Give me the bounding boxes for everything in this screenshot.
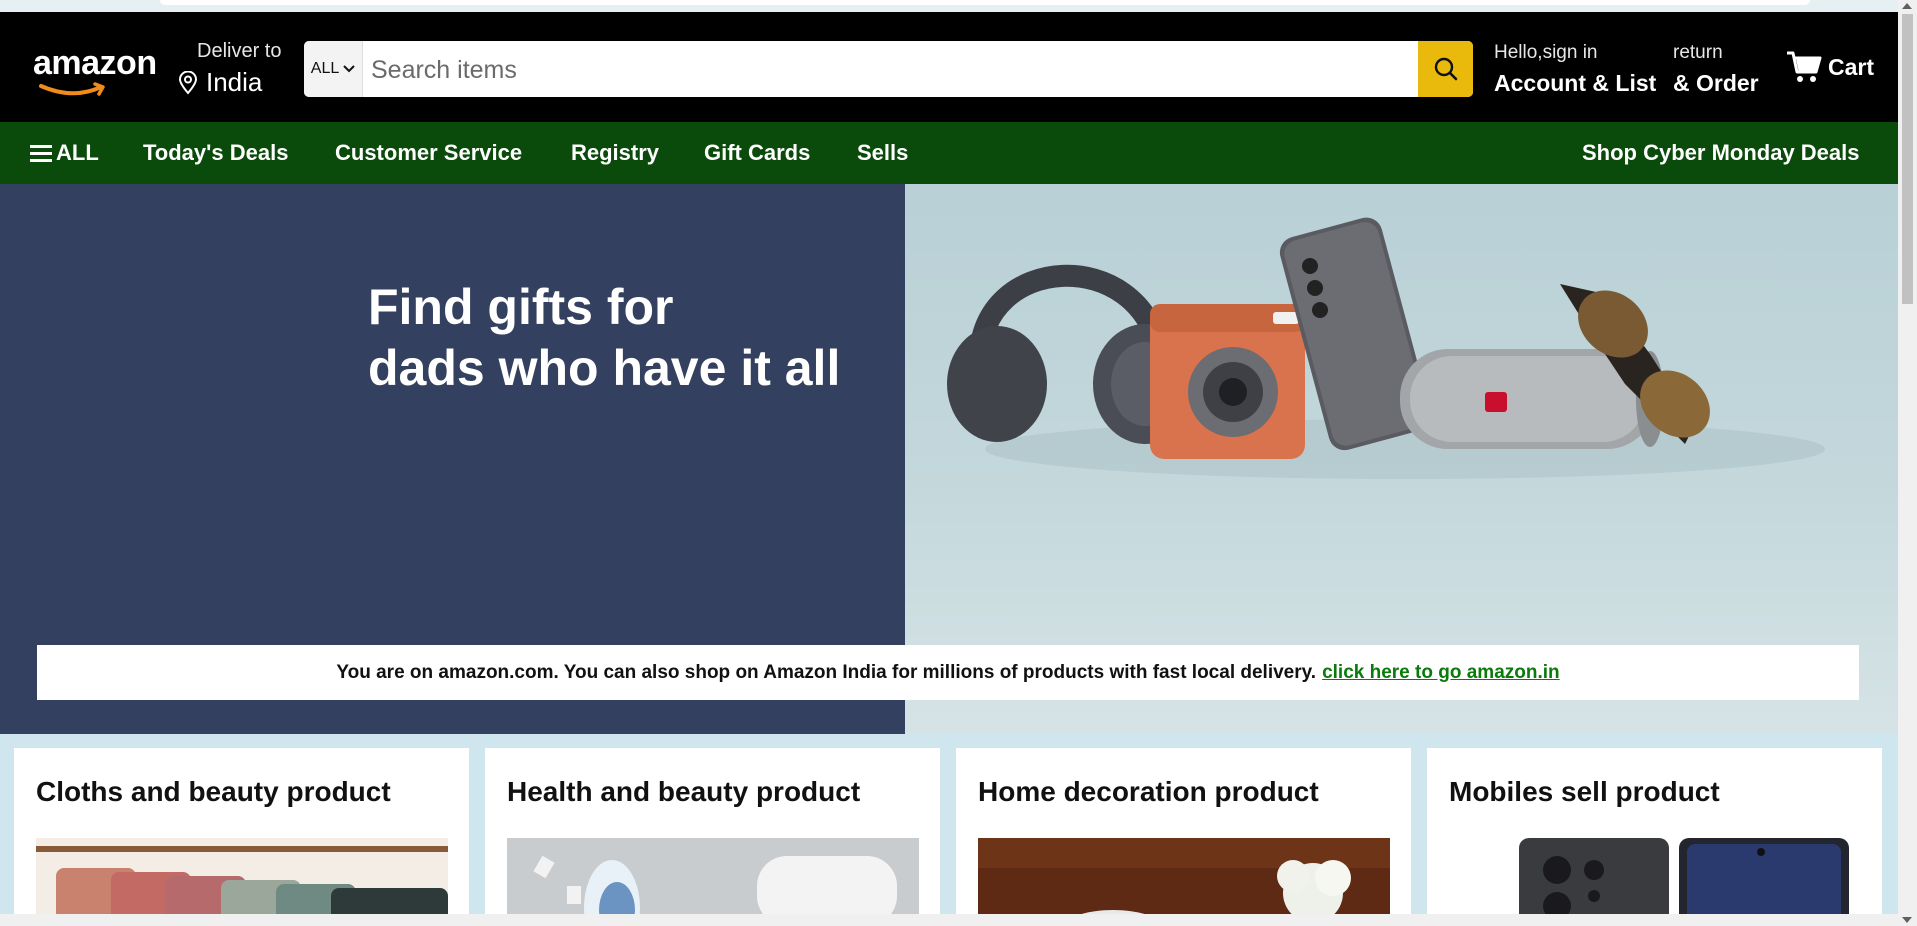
- returns-label: return: [1673, 42, 1723, 63]
- logo-smile-icon: [39, 82, 105, 96]
- all-menu-label: ALL: [56, 140, 99, 165]
- horizontal-scrollbar[interactable]: [0, 914, 1898, 926]
- cart-button[interactable]: Cart: [1786, 50, 1874, 84]
- deliver-location: India: [206, 67, 263, 97]
- site-header: amazon Deliver to India ALL H: [0, 12, 1898, 122]
- category-card-home-decor[interactable]: Home decoration product: [956, 748, 1411, 926]
- amazon-logo[interactable]: amazon: [33, 44, 157, 100]
- card-image-mobiles: [1449, 838, 1861, 926]
- nav-cyber-monday-promo[interactable]: Shop Cyber Monday Deals: [1582, 122, 1860, 184]
- search-input[interactable]: [363, 41, 1418, 97]
- browser-top-strip: [0, 0, 1898, 12]
- logo-text: amazon: [33, 44, 157, 82]
- account-menu[interactable]: Hello,sign in Account & List: [1494, 42, 1656, 97]
- locale-notice: You are on amazon.com. You can also shop…: [37, 645, 1859, 700]
- card-title: Mobiles sell product: [1449, 776, 1720, 807]
- category-card-mobiles[interactable]: Mobiles sell product: [1427, 748, 1882, 926]
- category-card-health[interactable]: Health and beauty product: [485, 748, 940, 926]
- nav-bar: ALL Today's Deals Customer Service Regis…: [0, 122, 1898, 184]
- hero-title-line2: dads who have it all: [368, 340, 841, 396]
- nav-customer-service[interactable]: Customer Service: [335, 122, 522, 184]
- instant-camera-image: [1150, 304, 1305, 459]
- hero-title-line1: Find gifts for: [368, 279, 674, 335]
- search-category-select[interactable]: ALL: [304, 41, 363, 97]
- card-title: Health and beauty product: [507, 776, 861, 807]
- nav-todays-deals[interactable]: Today's Deals: [143, 122, 288, 184]
- deliver-to[interactable]: Deliver to India: [178, 40, 281, 98]
- card-title: Home decoration product: [978, 776, 1319, 807]
- search-bar: ALL: [304, 41, 1473, 97]
- card-image-home-decor: [978, 838, 1390, 926]
- signin-greeting: Hello,sign in: [1494, 42, 1598, 63]
- locale-notice-text: You are on amazon.com. You can also shop…: [336, 661, 1317, 683]
- location-pin-icon: [178, 70, 198, 95]
- vertical-scrollbar[interactable]: [1898, 0, 1917, 926]
- scrollbar-thumb[interactable]: [1902, 14, 1913, 304]
- amazon-in-link[interactable]: click here to go amazon.in: [1322, 662, 1560, 684]
- card-image-health: [507, 838, 919, 926]
- nav-sells[interactable]: Sells: [857, 122, 908, 184]
- card-title: Cloths and beauty product: [36, 776, 391, 807]
- hero-title: Find gifts for dads who have it all: [368, 277, 840, 399]
- cart-label: Cart: [1828, 53, 1875, 80]
- nav-gift-cards[interactable]: Gift Cards: [704, 122, 810, 184]
- hamburger-menu-icon: [30, 145, 52, 162]
- card-image-clothes: [36, 838, 448, 926]
- category-card-clothes[interactable]: Cloths and beauty product: [14, 748, 469, 926]
- account-list-label: Account & List: [1494, 70, 1657, 96]
- all-menu-button[interactable]: ALL: [30, 122, 99, 184]
- orders-label: & Order: [1673, 70, 1759, 96]
- scroll-up-arrow-icon[interactable]: [1902, 3, 1912, 9]
- nav-registry[interactable]: Registry: [571, 122, 659, 184]
- browser-tab-edge: [160, 0, 1810, 5]
- chevron-down-icon: [343, 65, 355, 73]
- deliver-label: Deliver to: [197, 40, 282, 62]
- returns-orders[interactable]: return & Order: [1673, 42, 1759, 97]
- search-category-value: ALL: [310, 60, 340, 77]
- search-button[interactable]: [1418, 41, 1473, 97]
- search-icon: [1434, 57, 1457, 81]
- cart-icon: [1787, 51, 1822, 82]
- scroll-down-arrow-icon[interactable]: [1902, 917, 1912, 923]
